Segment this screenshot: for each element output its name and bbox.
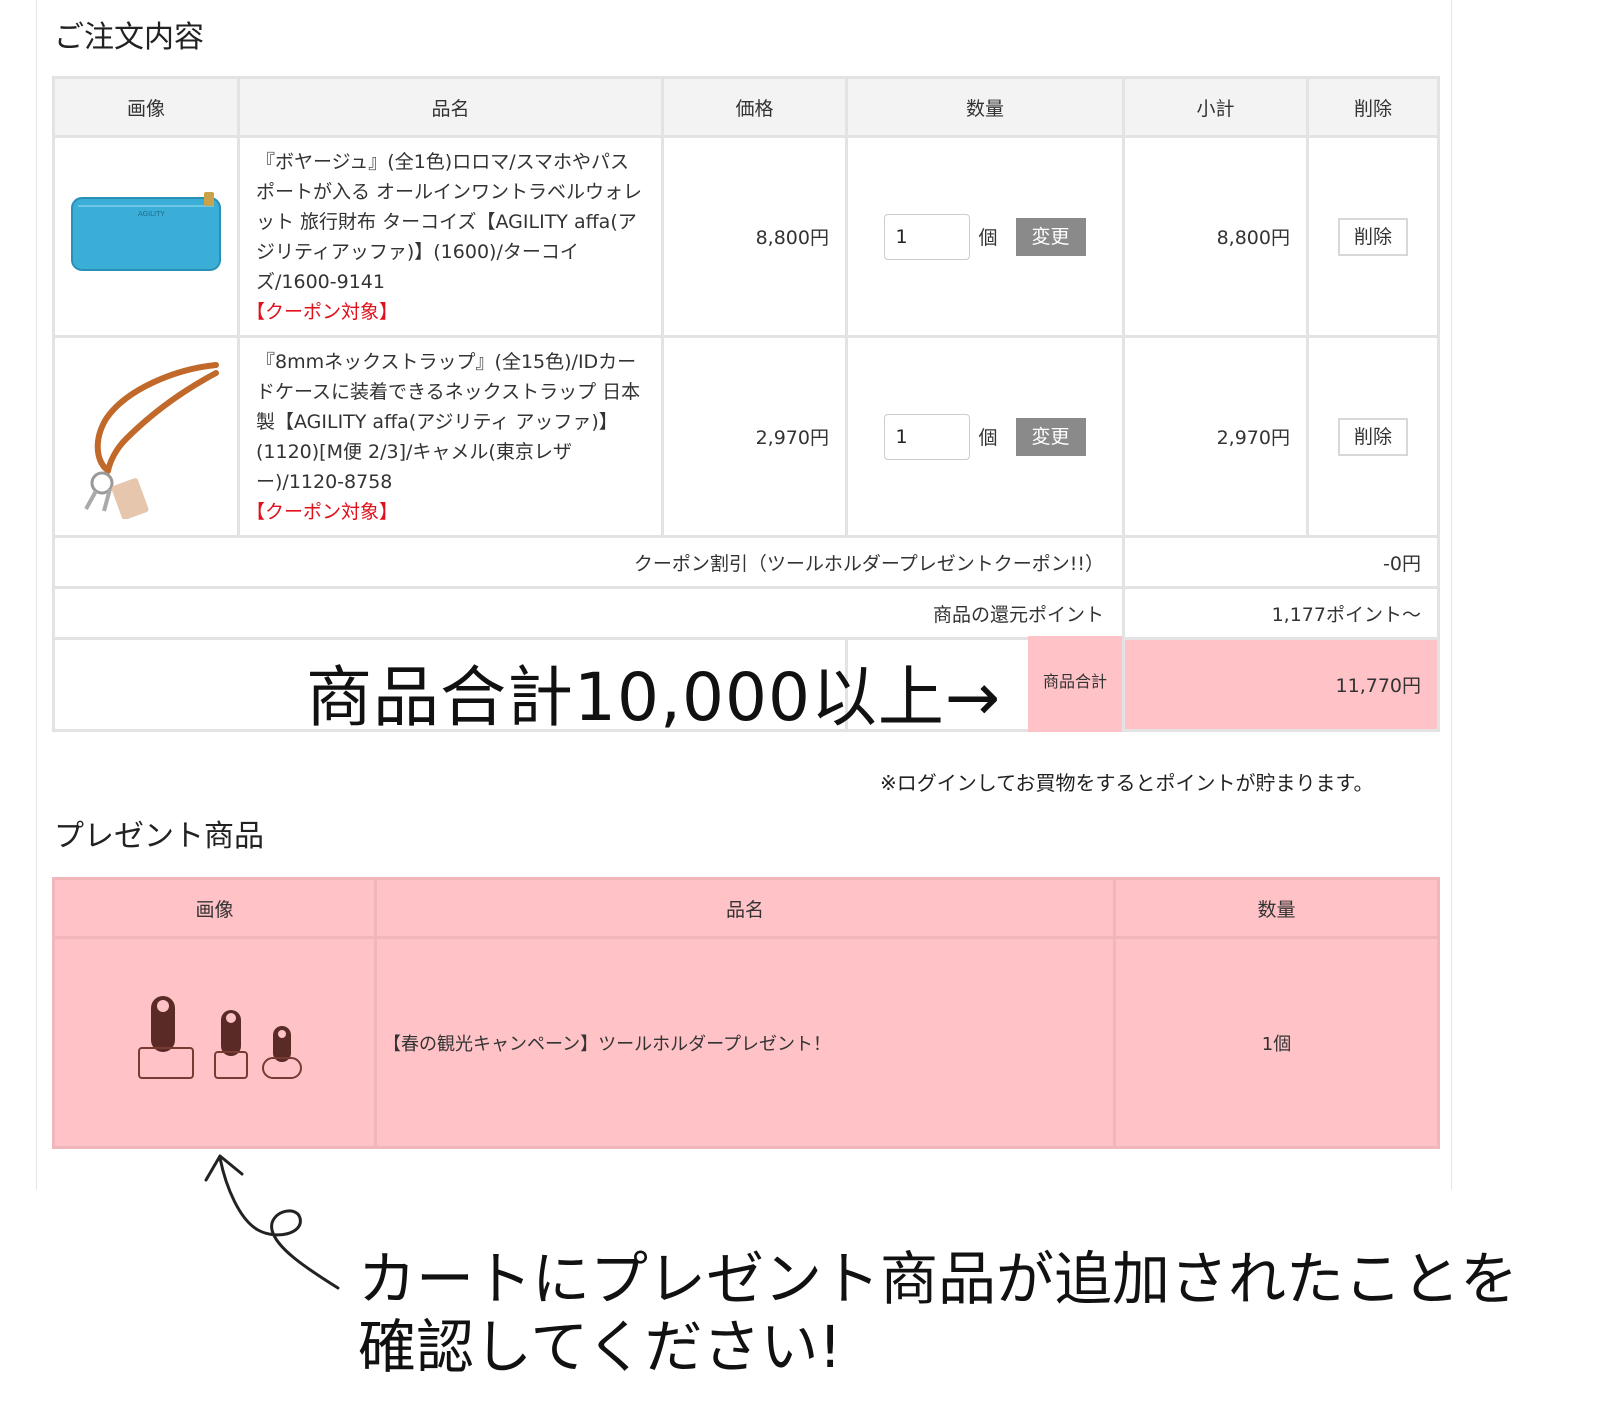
delete-cell: 削除 (1306, 335, 1440, 538)
points-value: 1,177ポイント〜 (1122, 586, 1440, 640)
coupon-target-label: 【クーポン対象】 (246, 300, 399, 323)
present-col-header-image: 画像 (52, 877, 377, 939)
delete-button[interactable]: 削除 (1338, 217, 1408, 256)
total-value: 11,770円 (1122, 637, 1440, 732)
product-name[interactable]: 『8mmネックストラップ』(全15色)/IDカードケースに装着できるネックストラ… (256, 351, 640, 493)
coupon-discount-label: クーポン割引（ツールホルダープレゼントクーポン!!） (52, 535, 1125, 589)
tool-holder-product-image[interactable] (125, 990, 305, 1090)
col-header-price: 価格 (661, 76, 848, 138)
col-header-subtotal: 小計 (1122, 76, 1309, 138)
wallet-product-image[interactable]: AGILITY (68, 184, 224, 284)
order-section-title: ご注文内容 (54, 20, 204, 55)
subtotal-cell: 2,970円 (1122, 335, 1309, 538)
present-table: 画像 品名 数量 【春の観光キャンペーン】ツールホルダープレゼント！ 1個 (52, 877, 1440, 1149)
table-row: 『8mmネックストラップ』(全15色)/IDカードケースに装着できるネックストラ… (52, 335, 1440, 538)
product-name[interactable]: 『ボヤージュ』(全1色)ロロマ/スマホやパスポートが入る オールインワントラベル… (256, 151, 642, 293)
coupon-discount-value: -0円 (1122, 535, 1440, 589)
product-image-cell (52, 335, 240, 538)
table-row: 【春の観光キャンペーン】ツールホルダープレゼント！ 1個 (52, 936, 1440, 1149)
order-table: 画像 品名 価格 数量 小計 削除 AGILITY 『ボヤージュ』(全1色)ロロ… (52, 76, 1440, 732)
callout-line-2: 確認してください! (358, 1313, 842, 1381)
col-header-qty: 数量 (845, 76, 1125, 138)
present-section-title: プレゼント商品 (54, 819, 264, 854)
price-cell: 2,970円 (661, 335, 848, 538)
qty-unit: 個 (978, 227, 998, 249)
svg-text:AGILITY: AGILITY (138, 210, 165, 218)
table-row: AGILITY 『ボヤージュ』(全1色)ロロマ/スマホやパスポートが入る オール… (52, 135, 1440, 338)
present-name-cell: 【春の観光キャンペーン】ツールホルダープレゼント！ (374, 936, 1116, 1149)
points-row: 商品の還元ポイント 1,177ポイント〜 (52, 586, 1440, 640)
delete-cell: 削除 (1306, 135, 1440, 338)
product-image-cell: AGILITY (52, 135, 240, 338)
coupon-discount-row: クーポン割引（ツールホルダープレゼントクーポン!!） -0円 (52, 535, 1440, 589)
present-table-header: 画像 品名 数量 (52, 877, 1440, 939)
present-col-header-name: 品名 (374, 877, 1116, 939)
present-col-header-qty: 数量 (1113, 877, 1440, 939)
change-qty-button[interactable]: 変更 (1015, 417, 1086, 456)
total-annotation: 商品合計10,000以上→ (306, 659, 1002, 736)
callout-arrow-icon (204, 1154, 340, 1290)
product-name-cell: 『8mmネックストラップ』(全15色)/IDカードケースに装着できるネックストラ… (237, 335, 664, 538)
col-header-image: 画像 (52, 76, 240, 138)
price-cell: 8,800円 (661, 135, 848, 338)
coupon-target-label: 【クーポン対象】 (246, 500, 399, 523)
quantity-input[interactable] (884, 213, 971, 260)
points-label: 商品の還元ポイント (52, 586, 1125, 640)
neck-strap-product-image[interactable] (66, 349, 226, 520)
callout-text: カートにプレゼント商品が追加されたことを 確認してください! (358, 1245, 1518, 1381)
quantity-input[interactable] (884, 413, 971, 460)
callout-line-1: カートにプレゼント商品が追加されたことを (358, 1245, 1519, 1313)
col-header-delete: 削除 (1306, 76, 1440, 138)
qty-cell: 個 変更 (845, 335, 1125, 538)
col-header-name: 品名 (237, 76, 664, 138)
present-qty-cell: 1個 (1113, 936, 1440, 1149)
order-table-header: 画像 品名 価格 数量 小計 削除 (52, 76, 1440, 138)
total-label: 商品合計 (1042, 672, 1107, 691)
product-name-cell: 『ボヤージュ』(全1色)ロロマ/スマホやパスポートが入る オールインワントラベル… (237, 135, 664, 338)
present-image-cell (52, 936, 377, 1149)
subtotal-cell: 8,800円 (1122, 135, 1309, 338)
delete-button[interactable]: 削除 (1338, 417, 1408, 456)
change-qty-button[interactable]: 変更 (1015, 217, 1086, 256)
login-point-note: ※ログインしてお買物をするとポイントが貯まります。 (880, 771, 1374, 795)
qty-unit: 個 (978, 427, 998, 449)
qty-cell: 個 変更 (845, 135, 1125, 338)
